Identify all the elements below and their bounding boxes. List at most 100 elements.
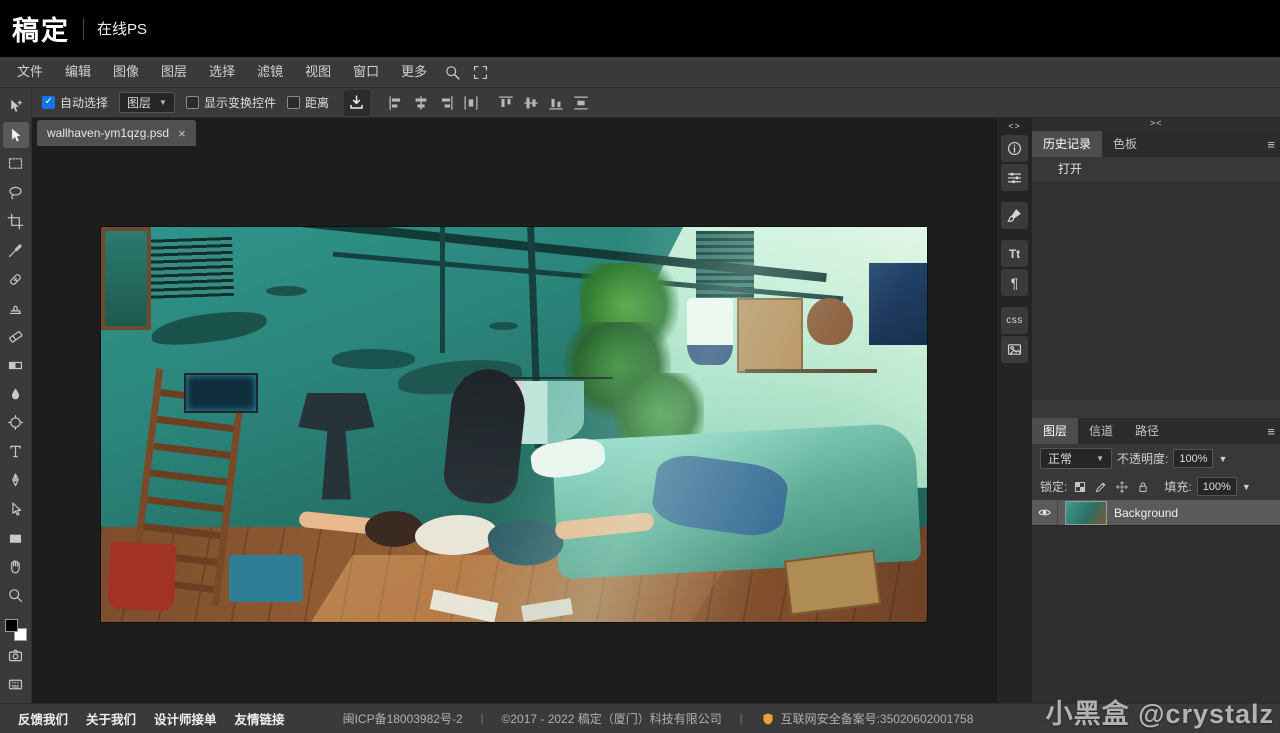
menu-select[interactable]: 选择 (198, 57, 246, 87)
tab-paths[interactable]: 路径 (1124, 418, 1170, 444)
checkbox-unchecked-icon[interactable] (286, 96, 300, 109)
history-list (1032, 181, 1280, 400)
footer-link-designer-orders[interactable]: 设计师接单 (154, 709, 217, 728)
move-tool[interactable] (3, 93, 29, 119)
opacity-caret-icon[interactable]: ▼ (1218, 454, 1227, 464)
menu-image[interactable]: 图像 (102, 57, 150, 87)
document-tabbar: wallhaven-ym1qzg.psd × (32, 118, 997, 146)
app-logo[interactable]: 稿定 (12, 9, 70, 48)
tab-history[interactable]: 历史记录 (1032, 131, 1103, 157)
icp-number: 闽ICP备18003982号-2 (342, 712, 463, 726)
panel-icon-strip: <> Tt ¶ css (997, 118, 1032, 703)
collapse-panels-icon[interactable]: >< (1150, 118, 1163, 128)
eyedropper-tool[interactable] (3, 237, 29, 263)
align-left-icon[interactable] (387, 94, 405, 112)
clone-stamp-tool[interactable] (3, 295, 29, 321)
shape-tool[interactable] (3, 525, 29, 551)
layer-visibility-toggle[interactable] (1032, 500, 1058, 525)
blur-tool[interactable] (3, 381, 29, 407)
lock-position-icon[interactable] (1114, 479, 1130, 495)
fullscreen-icon[interactable] (466, 64, 494, 81)
pen-tool[interactable] (3, 468, 29, 494)
color-swatches[interactable] (4, 619, 27, 642)
layer-thumbnail[interactable] (1065, 500, 1107, 525)
footer-link-feedback[interactable]: 反馈我们 (18, 709, 68, 728)
options-bar: 自动选择 图层 ▼ 显示变换控件 距离 (32, 88, 1280, 118)
tab-channels[interactable]: 信道 (1078, 418, 1124, 444)
hand-tool[interactable] (3, 554, 29, 580)
align-center-horizontal-icon[interactable] (412, 94, 430, 112)
marquee-tool[interactable] (3, 151, 29, 177)
layer-name[interactable]: Background (1114, 506, 1178, 520)
blend-mode-dropdown[interactable]: 正常 ▼ (1040, 448, 1112, 469)
menu-file[interactable]: 文件 (6, 57, 54, 87)
heal-tool[interactable] (3, 266, 29, 292)
tool-palette (0, 88, 32, 703)
menu-more[interactable]: 更多 (390, 57, 438, 87)
align-bottom-icon[interactable] (547, 94, 565, 112)
topbar: 稿定 在线PS (0, 0, 1280, 57)
distance-checkbox[interactable]: 距离 (286, 94, 329, 111)
fill-caret-icon[interactable]: ▼ (1242, 482, 1251, 492)
lasso-tool[interactable] (3, 180, 29, 206)
tab-swatches[interactable]: 色板 (1102, 131, 1148, 157)
menu-layer[interactable]: 图层 (150, 57, 198, 87)
history-entry-open[interactable]: 打开 (1032, 157, 1280, 181)
menu-window[interactable]: 窗口 (342, 57, 390, 87)
gradient-tool[interactable] (3, 352, 29, 378)
panel-menu-icon[interactable]: ≡ (1267, 424, 1275, 439)
path-select-tool[interactable] (3, 496, 29, 522)
character-panel-icon[interactable]: Tt (1001, 240, 1028, 267)
foreground-color-swatch[interactable] (4, 619, 18, 633)
document-tab[interactable]: wallhaven-ym1qzg.psd × (37, 120, 196, 146)
download-button[interactable] (343, 89, 370, 116)
fill-input[interactable]: 100% (1196, 477, 1237, 496)
close-icon[interactable]: × (178, 127, 186, 140)
lock-transparency-icon[interactable] (1072, 479, 1088, 495)
auto-select-checkbox[interactable]: 自动选择 (42, 94, 108, 111)
checkbox-checked-icon[interactable] (42, 96, 55, 109)
zoom-tool[interactable] (3, 583, 29, 609)
tab-layers[interactable]: 图层 (1032, 418, 1079, 444)
layer-row-background[interactable]: Background (1032, 500, 1280, 526)
lock-pixels-icon[interactable] (1093, 479, 1109, 495)
align-top-icon[interactable] (497, 94, 515, 112)
menu-view[interactable]: 视图 (294, 57, 342, 87)
distribute-vertical-icon[interactable] (572, 94, 590, 112)
footer-link-about[interactable]: 关于我们 (86, 709, 136, 728)
adjustments-panel-icon[interactable] (1001, 164, 1028, 191)
menu-edit[interactable]: 编辑 (54, 57, 102, 87)
lock-all-icon[interactable] (1135, 479, 1151, 495)
brush-panel-icon[interactable] (1001, 202, 1028, 229)
checkbox-unchecked-icon[interactable] (185, 96, 199, 109)
align-center-vertical-icon[interactable] (522, 94, 540, 112)
logo-divider (83, 17, 84, 40)
align-right-icon[interactable] (437, 94, 455, 112)
search-icon[interactable] (438, 64, 466, 81)
history-panel: 历史记录 色板 ≡ 打开 (1032, 131, 1280, 418)
canvas-area[interactable]: wallhaven-ym1qzg.psd × (32, 118, 997, 703)
target-select-dropdown[interactable]: 图层 ▼ (119, 92, 175, 113)
screenshot-icon[interactable] (3, 642, 29, 668)
canvas-image[interactable] (101, 227, 927, 622)
select-tool[interactable] (2, 122, 29, 149)
show-transform-checkbox[interactable]: 显示变换控件 (185, 94, 276, 111)
collapse-strip-icon[interactable]: <> (1008, 120, 1021, 133)
right-panels: >< 历史记录 色板 ≡ 打开 图层 信道 路径 ≡ 正常 ▼ 不透明度: 10… (1032, 118, 1280, 733)
eraser-tool[interactable] (3, 324, 29, 350)
fill-label: 填充: (1164, 480, 1192, 494)
distribute-horizontal-icon[interactable] (462, 94, 480, 112)
dodge-tool[interactable] (3, 410, 29, 436)
image-panel-icon[interactable] (1001, 336, 1028, 363)
vertical-align-group (497, 94, 590, 112)
menu-filter[interactable]: 滤镜 (246, 57, 294, 87)
type-tool[interactable] (3, 439, 29, 465)
css-panel-icon[interactable]: css (1001, 307, 1028, 334)
crop-tool[interactable] (3, 209, 29, 235)
panel-menu-icon[interactable]: ≡ (1267, 137, 1275, 152)
paragraph-panel-icon[interactable]: ¶ (1001, 269, 1028, 296)
keyboard-shortcuts-icon[interactable] (3, 671, 29, 697)
opacity-input[interactable]: 100% (1173, 449, 1214, 468)
footer-link-friend-links[interactable]: 友情链接 (235, 709, 285, 728)
info-panel-icon[interactable] (1001, 135, 1028, 162)
